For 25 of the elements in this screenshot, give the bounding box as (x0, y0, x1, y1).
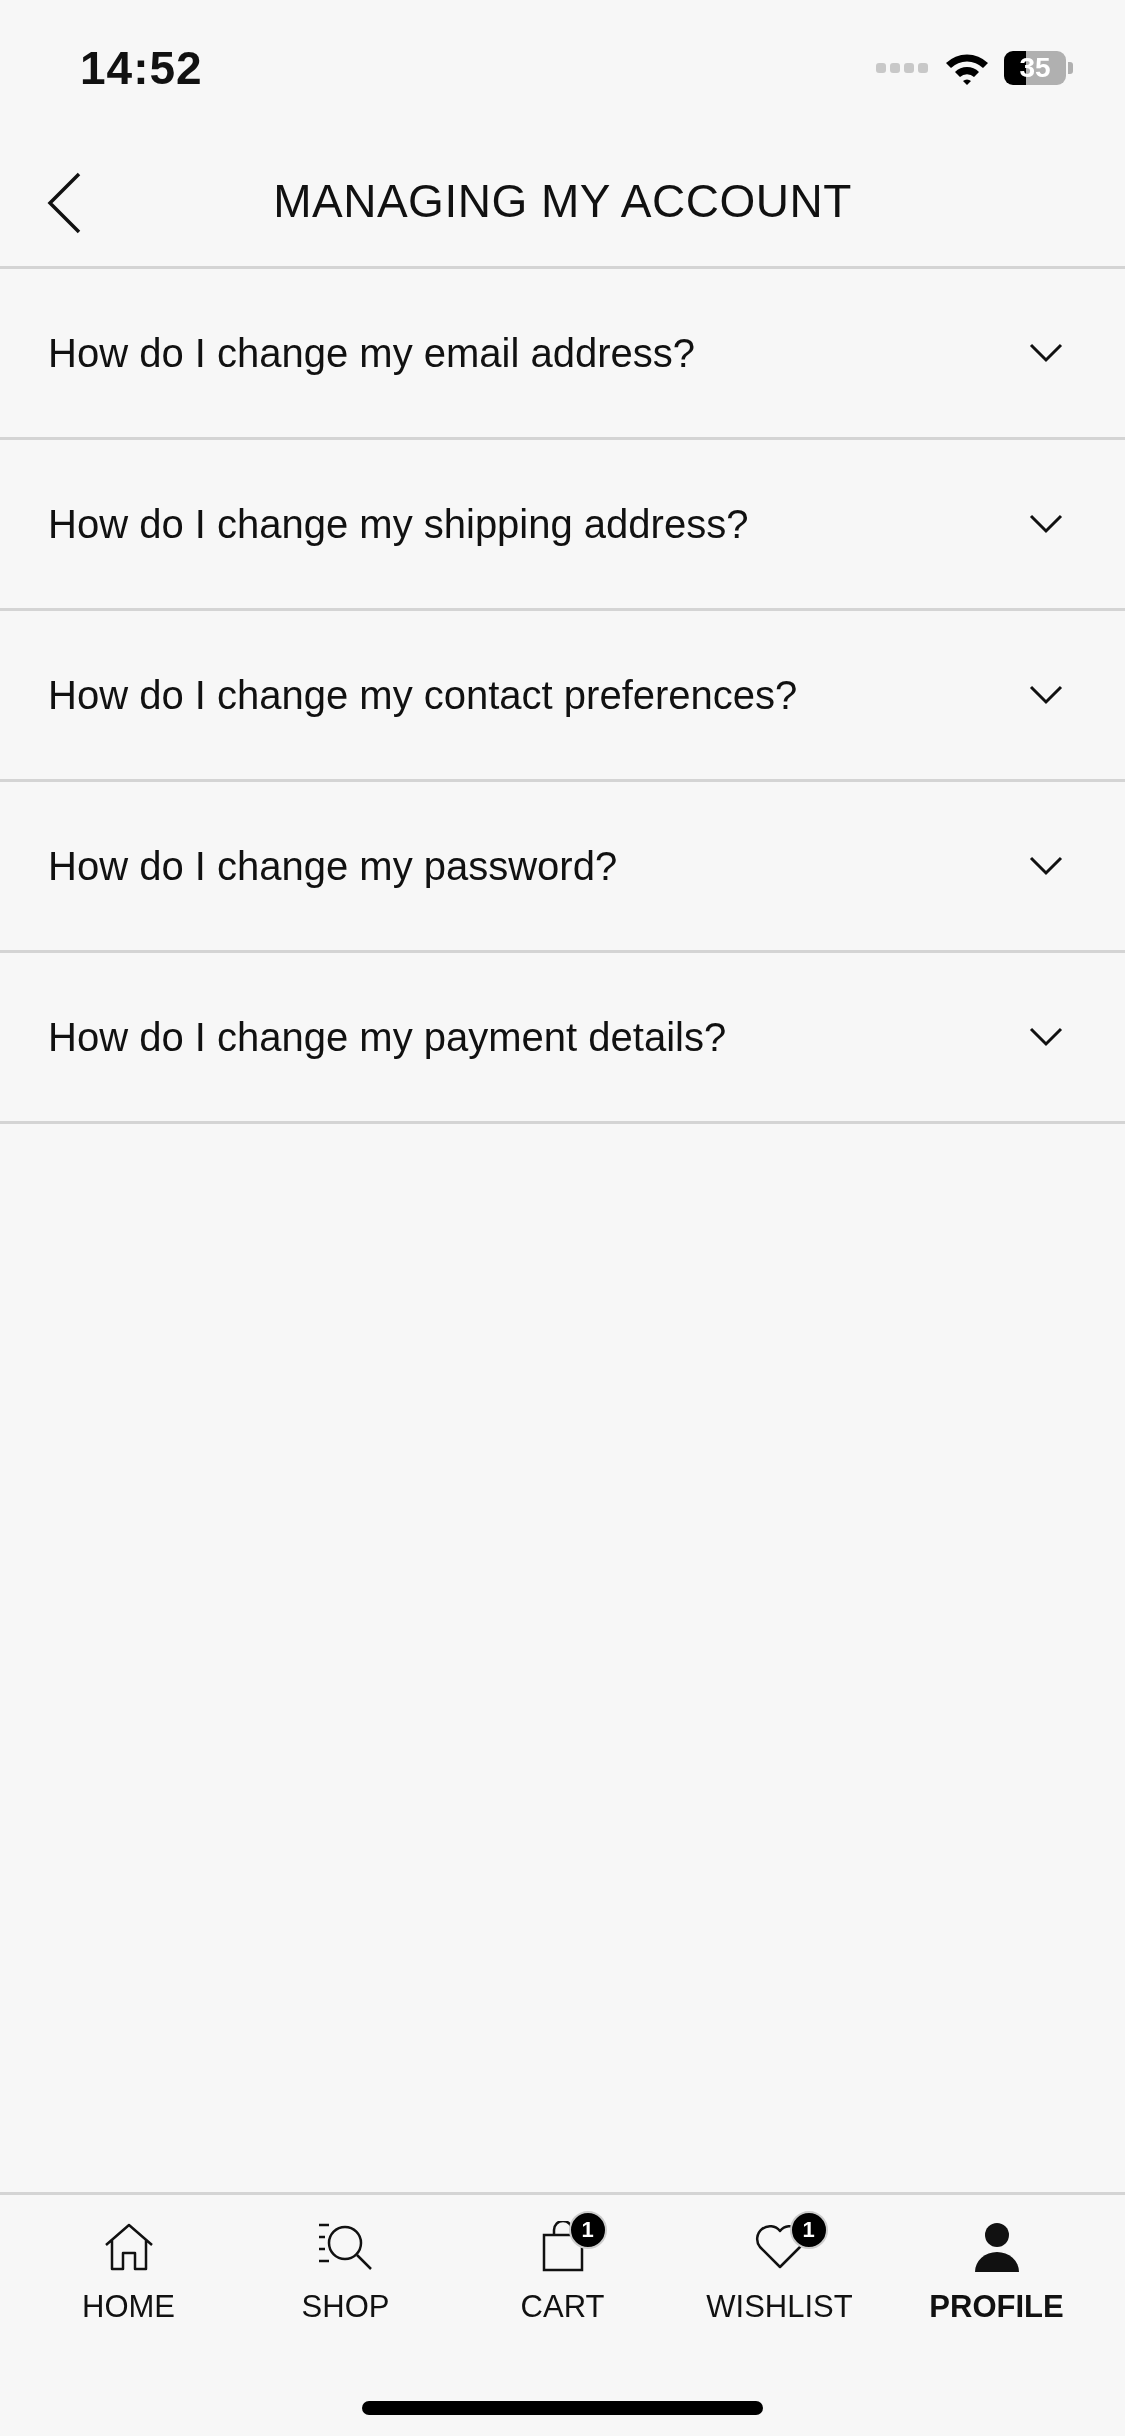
faq-question: How do I change my shipping address? (48, 501, 749, 547)
person-icon (972, 2222, 1021, 2272)
tab-item[interactable]: HOME (20, 2215, 237, 2329)
faq-question: How do I change my password? (48, 843, 618, 889)
chevron-icon (1029, 343, 1063, 363)
chevron-icon (1029, 1027, 1063, 1047)
chevron-icon (1029, 685, 1063, 705)
faq-row[interactable]: How do I change my contact preferences? (0, 611, 1125, 782)
faq-question: How do I change my payment details? (48, 1014, 727, 1060)
status-time: 14:52 (80, 41, 203, 95)
wifi-icon (944, 51, 990, 85)
faq-question: How do I change my contact preferences? (48, 672, 798, 718)
faq-row[interactable]: How do I change my shipping address? (0, 440, 1125, 611)
tab-item[interactable]: SHOP (237, 2215, 454, 2329)
chevron-icon (1029, 514, 1063, 534)
signal-icon (876, 62, 930, 74)
chevron-icon (1029, 856, 1063, 876)
faq-row[interactable]: How do I change my email address? (0, 269, 1125, 440)
faq-row[interactable]: How do I change my payment details? (0, 953, 1125, 1124)
count-badge: 1 (568, 2211, 607, 2249)
page-title: MANAGING MY ACCOUNT (273, 174, 852, 228)
tab-item[interactable]: PROFILE (888, 2215, 1105, 2329)
faq-question: How do I change my email address? (48, 330, 695, 376)
count-badge: 1 (789, 2211, 828, 2249)
faq-row[interactable]: How do I change my password? (0, 782, 1125, 953)
